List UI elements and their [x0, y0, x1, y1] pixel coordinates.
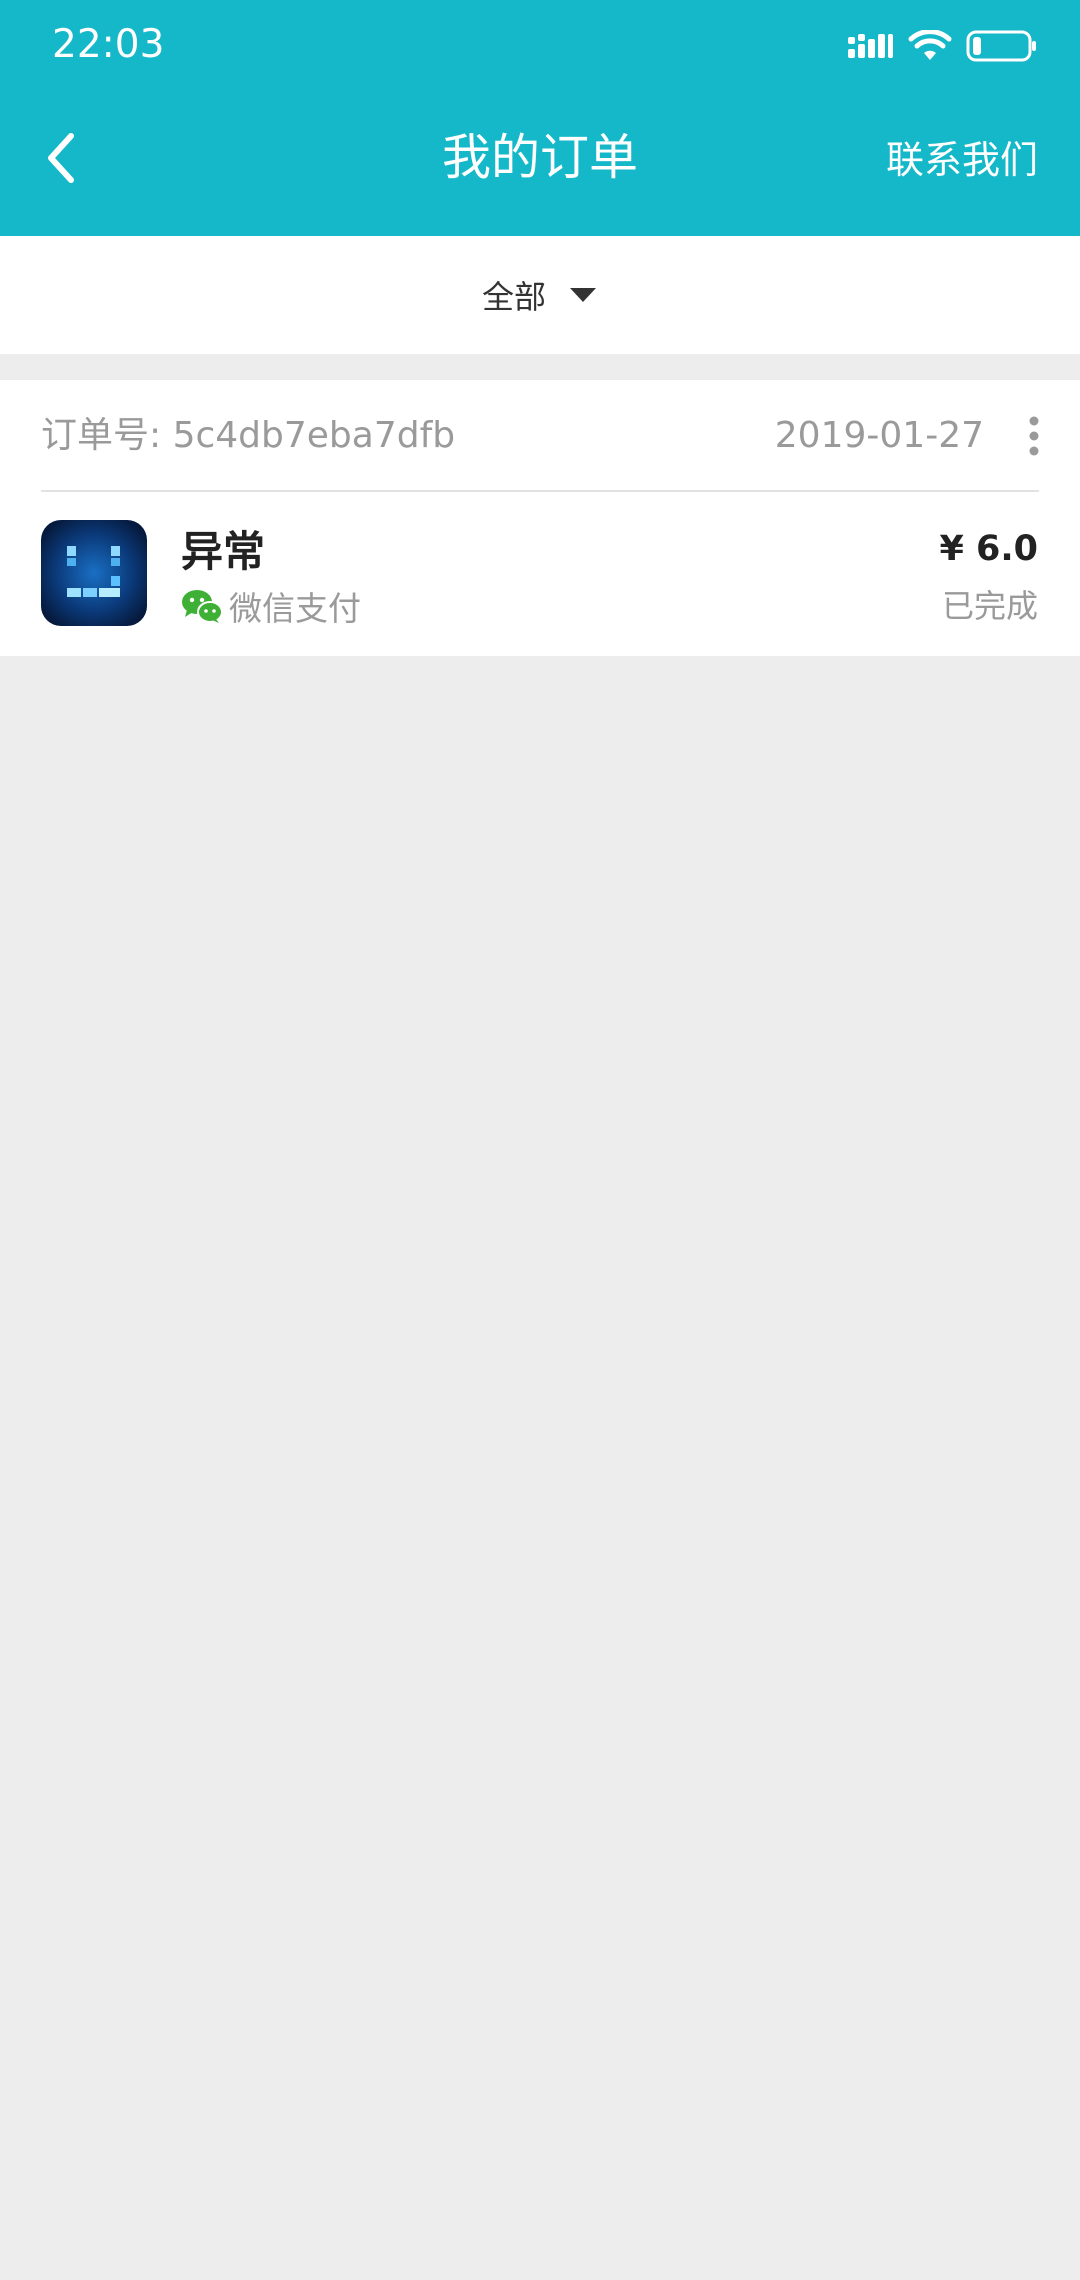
payment-method: 微信支付	[181, 583, 361, 629]
signal-icon	[848, 33, 894, 59]
card-divider	[41, 490, 1039, 492]
wifi-icon	[908, 30, 952, 62]
filter-dropdown[interactable]: 全部	[0, 236, 1080, 354]
caret-down-icon	[570, 288, 596, 302]
order-price: ¥ 6.0	[939, 529, 1038, 569]
filter-bar: 全部	[0, 236, 1080, 354]
app-icon	[41, 520, 147, 626]
wechat-icon	[182, 590, 223, 623]
payment-label: 微信支付	[229, 589, 361, 628]
status-icons	[848, 26, 1038, 66]
product-name: 异常	[181, 527, 266, 576]
order-date: 2019-01-27	[774, 415, 984, 456]
order-number: 订单号: 5c4db7eba7dfb	[41, 415, 456, 456]
app-header: 22:03 我的订单 联系我们	[0, 0, 1080, 236]
filter-label: 全部	[481, 278, 546, 316]
more-options-button[interactable]	[1010, 410, 1058, 462]
order-status: 已完成	[941, 587, 1038, 625]
more-vertical-icon	[1029, 416, 1039, 456]
order-card[interactable]: 订单号: 5c4db7eba7dfb 2019-01-27 异常 微信支付 ¥ …	[0, 380, 1080, 656]
contact-us-button[interactable]: 联系我们	[886, 133, 1038, 187]
status-time: 22:03	[52, 22, 165, 67]
battery-icon	[966, 29, 1038, 63]
